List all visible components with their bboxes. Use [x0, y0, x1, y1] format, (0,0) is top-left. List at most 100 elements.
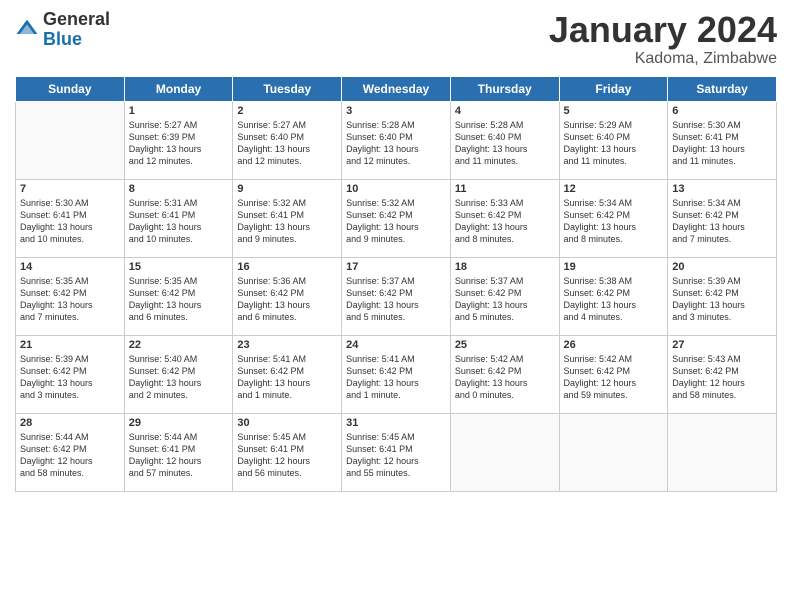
- cell-content: Sunrise: 5:32 AM Sunset: 6:42 PM Dayligh…: [346, 197, 446, 246]
- day-number: 4: [455, 105, 555, 117]
- header-wednesday: Wednesday: [342, 76, 451, 101]
- header-row: Sunday Monday Tuesday Wednesday Thursday…: [16, 76, 777, 101]
- calendar-cell: 5 Sunrise: 5:29 AM Sunset: 6:40 PM Daylig…: [559, 101, 668, 179]
- week-row-5: 28Sunrise: 5:44 AM Sunset: 6:42 PM Dayli…: [16, 413, 777, 491]
- day-number: 12: [564, 183, 664, 195]
- day-number: 13: [672, 183, 772, 195]
- day-number: 17: [346, 261, 446, 273]
- calendar-cell: 27 Sunrise: 5:43 AM Sunset: 6:42 PM Dayli…: [668, 335, 777, 413]
- cell-content: Sunrise: 5:44 AM Sunset: 6:41 PM Dayligh…: [129, 431, 229, 480]
- calendar-cell: 17 Sunrise: 5:37 AM Sunset: 6:42 PM Dayli…: [342, 257, 451, 335]
- calendar-cell: 24Sunrise: 5:41 AM Sunset: 6:42 PM Dayli…: [342, 335, 451, 413]
- calendar-cell: [559, 413, 668, 491]
- calendar-cell: 23Sunrise: 5:41 AM Sunset: 6:42 PM Dayli…: [233, 335, 342, 413]
- logo-icon: [15, 18, 39, 42]
- header-friday: Friday: [559, 76, 668, 101]
- calendar-subtitle: Kadoma, Zimbabwe: [549, 50, 777, 68]
- cell-content: Sunrise: 5:37 AM Sunset: 6:42 PM Dayligh…: [346, 275, 446, 324]
- day-number: 7: [20, 183, 120, 195]
- day-number: 1: [129, 105, 229, 117]
- day-number: 3: [346, 105, 446, 117]
- day-number: 31: [346, 417, 446, 429]
- logo-general: General: [43, 10, 110, 30]
- day-number: 16: [237, 261, 337, 273]
- calendar-title: January 2024: [549, 10, 777, 50]
- day-number: 24: [346, 339, 446, 351]
- day-number: 30: [237, 417, 337, 429]
- calendar-page: General Blue January 2024 Kadoma, Zimbab…: [0, 0, 792, 612]
- cell-content: Sunrise: 5:31 AM Sunset: 6:41 PM Dayligh…: [129, 197, 229, 246]
- cell-content: Sunrise: 5:37 AM Sunset: 6:42 PM Dayligh…: [455, 275, 555, 324]
- calendar-cell: 26Sunrise: 5:42 AM Sunset: 6:42 PM Dayli…: [559, 335, 668, 413]
- cell-content: Sunrise: 5:27 AM Sunset: 6:39 PM Dayligh…: [129, 119, 229, 168]
- week-row-2: 7 Sunrise: 5:30 AM Sunset: 6:41 PM Daylig…: [16, 179, 777, 257]
- calendar-cell: 1 Sunrise: 5:27 AM Sunset: 6:39 PM Daylig…: [124, 101, 233, 179]
- calendar-cell: 14Sunrise: 5:35 AM Sunset: 6:42 PM Dayli…: [16, 257, 125, 335]
- cell-content: Sunrise: 5:36 AM Sunset: 6:42 PM Dayligh…: [237, 275, 337, 324]
- calendar-cell: 19Sunrise: 5:38 AM Sunset: 6:42 PM Dayli…: [559, 257, 668, 335]
- cell-content: Sunrise: 5:32 AM Sunset: 6:41 PM Dayligh…: [237, 197, 337, 246]
- header-thursday: Thursday: [450, 76, 559, 101]
- week-row-3: 14 Sunrise: 5:35 AM Sunset: 6:42 PM Dayli…: [16, 257, 777, 335]
- day-number: 28: [20, 417, 120, 429]
- cell-content: Sunrise: 5:39 AM Sunset: 6:42 PM Dayligh…: [672, 275, 772, 324]
- day-number: 5: [564, 105, 664, 117]
- day-number: 18: [455, 261, 555, 273]
- page-header: General Blue January 2024 Kadoma, Zimbab…: [15, 10, 777, 68]
- day-number: 19: [564, 261, 664, 273]
- day-number: 6: [672, 105, 772, 117]
- cell-content: Sunrise: 5:45 AM Sunset: 6:41 PM Dayligh…: [346, 431, 446, 480]
- calendar-cell: 25 Sunrise: 5:42 AM Sunset: 6:42 PM Dayli…: [450, 335, 559, 413]
- calendar-cell: 12Sunrise: 5:34 AM Sunset: 6:42 PM Dayli…: [559, 179, 668, 257]
- day-number: 2: [237, 105, 337, 117]
- week-row-4: 21 Sunrise: 5:39 AM Sunset: 6:42 PM Dayli…: [16, 335, 777, 413]
- cell-content: Sunrise: 5:34 AM Sunset: 6:42 PM Dayligh…: [672, 197, 772, 246]
- calendar-cell: 18 Sunrise: 5:37 AM Sunset: 6:42 PM Dayli…: [450, 257, 559, 335]
- day-number: 14: [20, 261, 120, 273]
- cell-content: Sunrise: 5:39 AM Sunset: 6:42 PM Dayligh…: [20, 353, 120, 402]
- calendar-cell: 7 Sunrise: 5:30 AM Sunset: 6:41 PM Daylig…: [16, 179, 125, 257]
- day-number: 25: [455, 339, 555, 351]
- header-tuesday: Tuesday: [233, 76, 342, 101]
- cell-content: Sunrise: 5:35 AM Sunset: 6:42 PM Dayligh…: [129, 275, 229, 324]
- cell-content: Sunrise: 5:30 AM Sunset: 6:41 PM Dayligh…: [20, 197, 120, 246]
- cell-content: Sunrise: 5:28 AM Sunset: 6:40 PM Dayligh…: [455, 119, 555, 168]
- calendar-cell: 29 Sunrise: 5:44 AM Sunset: 6:41 PM Dayli…: [124, 413, 233, 491]
- logo: General Blue: [15, 10, 110, 50]
- day-number: 15: [129, 261, 229, 273]
- cell-content: Sunrise: 5:27 AM Sunset: 6:40 PM Dayligh…: [237, 119, 337, 168]
- logo-text: General Blue: [43, 10, 110, 50]
- calendar-cell: [450, 413, 559, 491]
- title-area: January 2024 Kadoma, Zimbabwe: [549, 10, 777, 68]
- day-number: 20: [672, 261, 772, 273]
- calendar-cell: 15 Sunrise: 5:35 AM Sunset: 6:42 PM Dayli…: [124, 257, 233, 335]
- calendar-cell: [668, 413, 777, 491]
- calendar-cell: 13 Sunrise: 5:34 AM Sunset: 6:42 PM Dayli…: [668, 179, 777, 257]
- cell-content: Sunrise: 5:33 AM Sunset: 6:42 PM Dayligh…: [455, 197, 555, 246]
- cell-content: Sunrise: 5:30 AM Sunset: 6:41 PM Dayligh…: [672, 119, 772, 168]
- cell-content: Sunrise: 5:28 AM Sunset: 6:40 PM Dayligh…: [346, 119, 446, 168]
- day-number: 29: [129, 417, 229, 429]
- cell-content: Sunrise: 5:42 AM Sunset: 6:42 PM Dayligh…: [455, 353, 555, 402]
- calendar-cell: 4 Sunrise: 5:28 AM Sunset: 6:40 PM Daylig…: [450, 101, 559, 179]
- calendar-cell: 20 Sunrise: 5:39 AM Sunset: 6:42 PM Dayli…: [668, 257, 777, 335]
- calendar-cell: 31 Sunrise: 5:45 AM Sunset: 6:41 PM Dayli…: [342, 413, 451, 491]
- calendar-cell: 16 Sunrise: 5:36 AM Sunset: 6:42 PM Dayli…: [233, 257, 342, 335]
- cell-content: Sunrise: 5:45 AM Sunset: 6:41 PM Dayligh…: [237, 431, 337, 480]
- calendar-cell: 2 Sunrise: 5:27 AM Sunset: 6:40 PM Daylig…: [233, 101, 342, 179]
- day-number: 26: [564, 339, 664, 351]
- day-number: 10: [346, 183, 446, 195]
- calendar-cell: 3 Sunrise: 5:28 AM Sunset: 6:40 PM Daylig…: [342, 101, 451, 179]
- day-number: 8: [129, 183, 229, 195]
- day-number: 21: [20, 339, 120, 351]
- calendar-cell: [16, 101, 125, 179]
- day-number: 27: [672, 339, 772, 351]
- cell-content: Sunrise: 5:43 AM Sunset: 6:42 PM Dayligh…: [672, 353, 772, 402]
- cell-content: Sunrise: 5:29 AM Sunset: 6:40 PM Dayligh…: [564, 119, 664, 168]
- calendar-cell: 21 Sunrise: 5:39 AM Sunset: 6:42 PM Dayli…: [16, 335, 125, 413]
- calendar-cell: 11Sunrise: 5:33 AM Sunset: 6:42 PM Dayli…: [450, 179, 559, 257]
- header-saturday: Saturday: [668, 76, 777, 101]
- calendar-cell: 28Sunrise: 5:44 AM Sunset: 6:42 PM Dayli…: [16, 413, 125, 491]
- week-row-1: 1 Sunrise: 5:27 AM Sunset: 6:39 PM Daylig…: [16, 101, 777, 179]
- calendar-cell: 22Sunrise: 5:40 AM Sunset: 6:42 PM Dayli…: [124, 335, 233, 413]
